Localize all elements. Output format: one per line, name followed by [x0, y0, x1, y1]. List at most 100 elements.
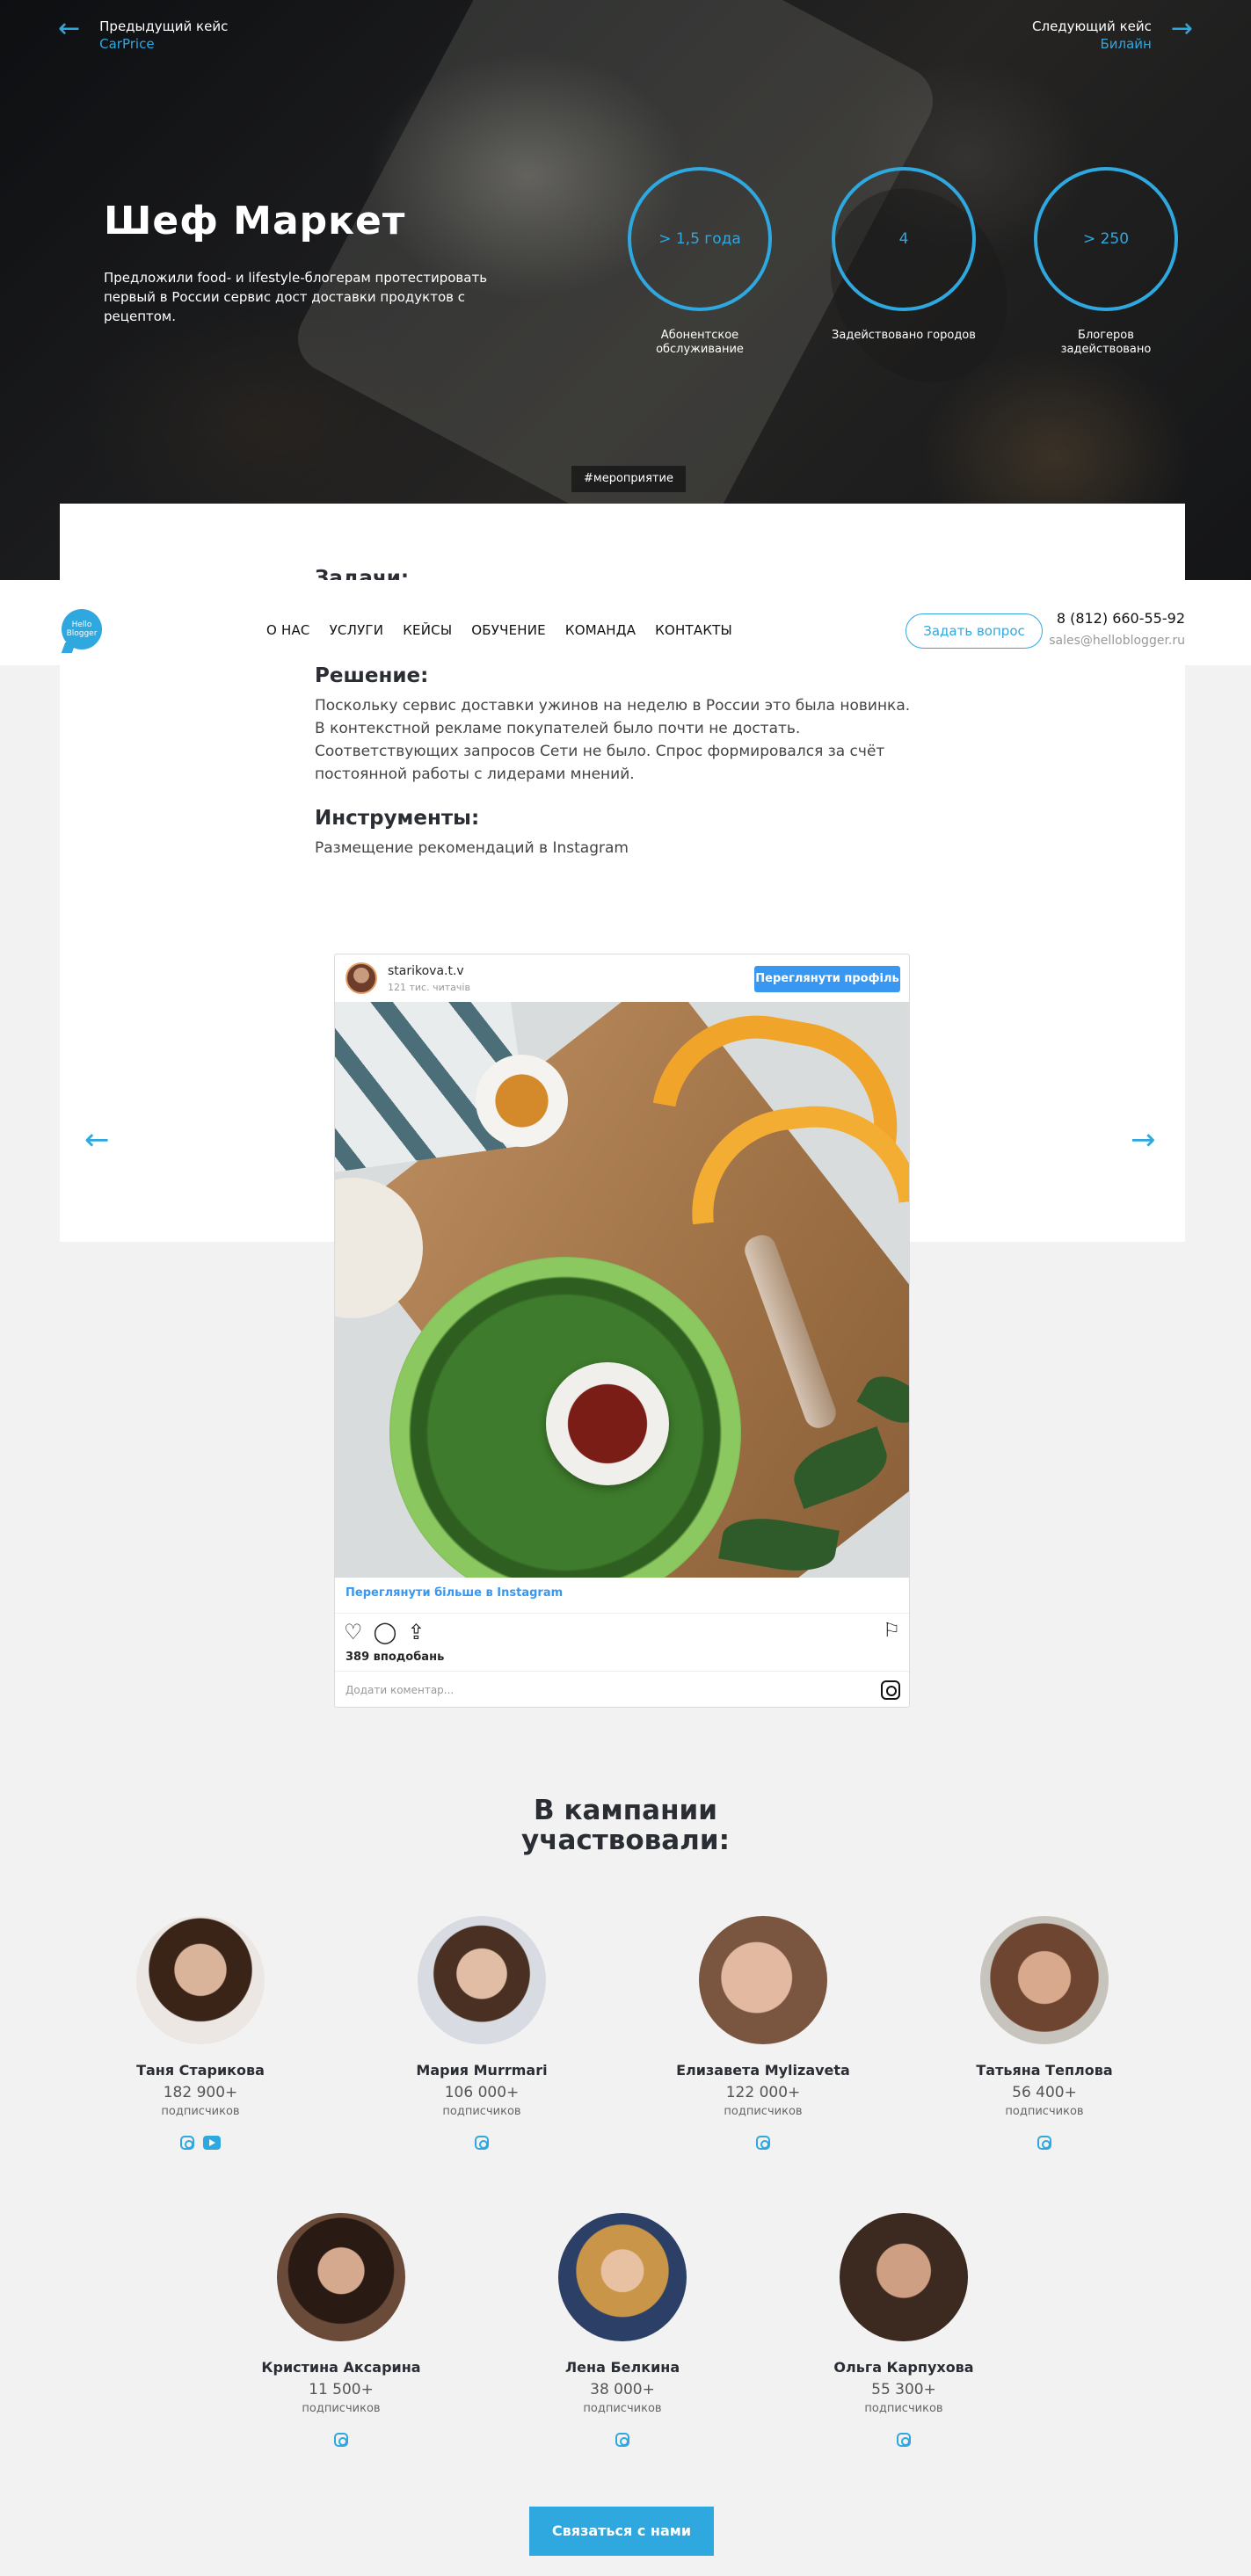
prev-case-name: CarPrice	[99, 36, 155, 52]
view-more-instagram-link[interactable]: Переглянути більше в Instagram	[345, 1586, 563, 1600]
followers-label: подписчиков	[583, 2402, 662, 2415]
solution-section: Решение: Поскольку сервис доставки ужино…	[315, 664, 913, 786]
menu-item-team[interactable]: КОМАНДА	[565, 622, 636, 638]
participant-name: Лена Белкина	[564, 2359, 680, 2376]
youtube-icon[interactable]	[203, 2136, 221, 2150]
page-title: Шеф Маркет	[104, 199, 406, 243]
ask-question-button[interactable]: Задать вопрос	[906, 613, 1043, 649]
participant-card: Татьяна Теплова 56 400+ подписчиков	[913, 1916, 1176, 2150]
instagram-icon[interactable]	[334, 2433, 348, 2447]
stat-caption: Блогеров задействовано	[1060, 329, 1152, 356]
phone-number[interactable]: 8 (812) 660-55-92	[1057, 610, 1185, 627]
slider-prev-arrow-icon[interactable]: ←	[84, 1122, 110, 1157]
participant-name: Таня Старикова	[136, 2062, 265, 2079]
instagram-followers: 121 тис. читачів	[388, 982, 470, 993]
instagram-header: starikova.t.v 121 тис. читачів Перегляну…	[335, 954, 909, 1002]
arrow-right-icon: →	[1170, 13, 1193, 44]
event-tag[interactable]: #мероприятие	[571, 466, 686, 492]
social-links	[491, 2433, 754, 2447]
instagram-icon[interactable]	[475, 2136, 489, 2150]
avatar	[699, 1916, 827, 2044]
participant-card: Кристина Аксарина 11 500+ подписчиков	[209, 2213, 473, 2447]
email-link[interactable]: sales@helloblogger.ru	[1049, 634, 1185, 648]
participant-followers: 11 500+	[309, 2381, 374, 2398]
social-links	[350, 2136, 614, 2150]
participant-followers: 56 400+	[1012, 2084, 1077, 2101]
menu-item-training[interactable]: ОБУЧЕНИЕ	[471, 622, 546, 638]
social-links	[209, 2433, 473, 2447]
menu-item-services[interactable]: УСЛУГИ	[330, 622, 384, 638]
main-menu: О НАС УСЛУГИ КЕЙСЫ ОБУЧЕНИЕ КОМАНДА КОНТ…	[266, 622, 732, 638]
avatar	[980, 1916, 1109, 2044]
participant-followers: 182 900+	[163, 2084, 238, 2101]
solution-heading: Решение:	[315, 664, 429, 687]
participants-title: В кампании участвовали:	[0, 1796, 1251, 1855]
next-case-label: Следующий кейс	[1032, 18, 1152, 34]
participant-followers: 122 000+	[725, 2084, 801, 2101]
divider	[335, 1613, 909, 1614]
instagram-embed: starikova.t.v 121 тис. читачів Перегляну…	[334, 954, 910, 1708]
stat-circle: > 250	[1034, 167, 1178, 311]
prev-case-link[interactable]: ← Предыдущий кейс CarPrice	[58, 13, 228, 53]
menu-item-cases[interactable]: КЕЙСЫ	[403, 622, 452, 638]
followers-label: подписчиков	[864, 2402, 943, 2415]
followers-label: подписчиков	[724, 2105, 803, 2118]
participant-name: Кристина Аксарина	[261, 2359, 421, 2376]
contact-us-button[interactable]: Связаться с нами	[529, 2507, 714, 2556]
menu-item-contacts[interactable]: КОНТАКТЫ	[655, 622, 732, 638]
instagram-username[interactable]: starikova.t.v	[388, 964, 464, 978]
participant-card: Таня Старикова 182 900+ подписчиков	[69, 1916, 332, 2150]
stat-service-duration: > 1,5 года Абонентское обслуживание	[626, 167, 774, 357]
social-links	[772, 2433, 1036, 2447]
participant-name: Елизавета Mylizaveta	[676, 2062, 850, 2079]
participant-name: Ольга Карпухова	[833, 2359, 974, 2376]
tools-heading: Инструменты:	[315, 807, 480, 830]
hello-blogger-logo[interactable]: Hello Blogger	[62, 609, 102, 649]
instagram-icon[interactable]	[1037, 2136, 1051, 2150]
comment-icon[interactable]: ◯	[374, 1620, 397, 1644]
divider	[335, 1671, 909, 1672]
participant-followers: 38 000+	[590, 2381, 655, 2398]
next-case-name: Билайн	[1100, 36, 1152, 52]
tools-text: Размещение рекомендаций в Instagram	[315, 839, 629, 857]
share-icon[interactable]: ⇪	[407, 1620, 425, 1644]
avatar	[277, 2213, 405, 2341]
stat-circle: 4	[832, 167, 976, 311]
social-links	[69, 2136, 332, 2150]
next-case-link[interactable]: Следующий кейс Билайн →	[1032, 13, 1193, 53]
stat-bloggers: > 250 Блогеров задействовано	[1032, 167, 1180, 357]
stat-caption: Задействовано городов	[832, 329, 976, 342]
instagram-logo-icon[interactable]	[881, 1680, 900, 1700]
followers-label: подписчиков	[161, 2105, 240, 2118]
participant-followers: 106 000+	[444, 2084, 520, 2101]
instagram-actions: ♡ ◯ ⇪	[344, 1620, 425, 1644]
hero-description: Предложили food- и lifestyle-блогерам пр…	[104, 270, 488, 324]
participant-name: Мария Murrmari	[416, 2062, 548, 2079]
instagram-icon[interactable]	[897, 2433, 911, 2447]
add-comment-input[interactable]: Додати коментар...	[345, 1684, 454, 1696]
participants-title-line: В кампании	[534, 1795, 717, 1826]
avatar	[418, 1916, 546, 2044]
instagram-post-photo[interactable]	[335, 1002, 909, 1578]
followers-label: подписчиков	[442, 2105, 521, 2118]
menu-item-about[interactable]: О НАС	[266, 622, 310, 638]
slider-next-arrow-icon[interactable]: →	[1131, 1122, 1156, 1157]
tools-section: Инструменты: Размещение рекомендаций в I…	[315, 807, 913, 860]
stat-caption: Абонентское обслуживание	[656, 329, 744, 356]
followers-label: подписчиков	[1005, 2105, 1084, 2118]
avatar	[840, 2213, 968, 2341]
instagram-icon[interactable]	[180, 2136, 194, 2150]
instagram-icon[interactable]	[615, 2433, 629, 2447]
arrow-left-icon: ←	[58, 13, 81, 44]
stat-circle: > 1,5 года	[628, 167, 772, 311]
heart-icon[interactable]: ♡	[344, 1620, 363, 1644]
participant-card: Мария Murrmari 106 000+ подписчиков	[350, 1916, 614, 2150]
participant-card: Елизавета Mylizaveta 122 000+ подписчико…	[631, 1916, 895, 2150]
instagram-icon[interactable]	[756, 2136, 770, 2150]
followers-label: подписчиков	[302, 2402, 381, 2415]
bookmark-icon[interactable]: ⚐	[883, 1620, 900, 1642]
instagram-avatar[interactable]	[345, 962, 377, 994]
solution-text: Поскольку сервис доставки ужинов на неде…	[315, 697, 911, 783]
view-profile-button[interactable]: Переглянути профіль	[754, 966, 900, 992]
avatar	[558, 2213, 687, 2341]
